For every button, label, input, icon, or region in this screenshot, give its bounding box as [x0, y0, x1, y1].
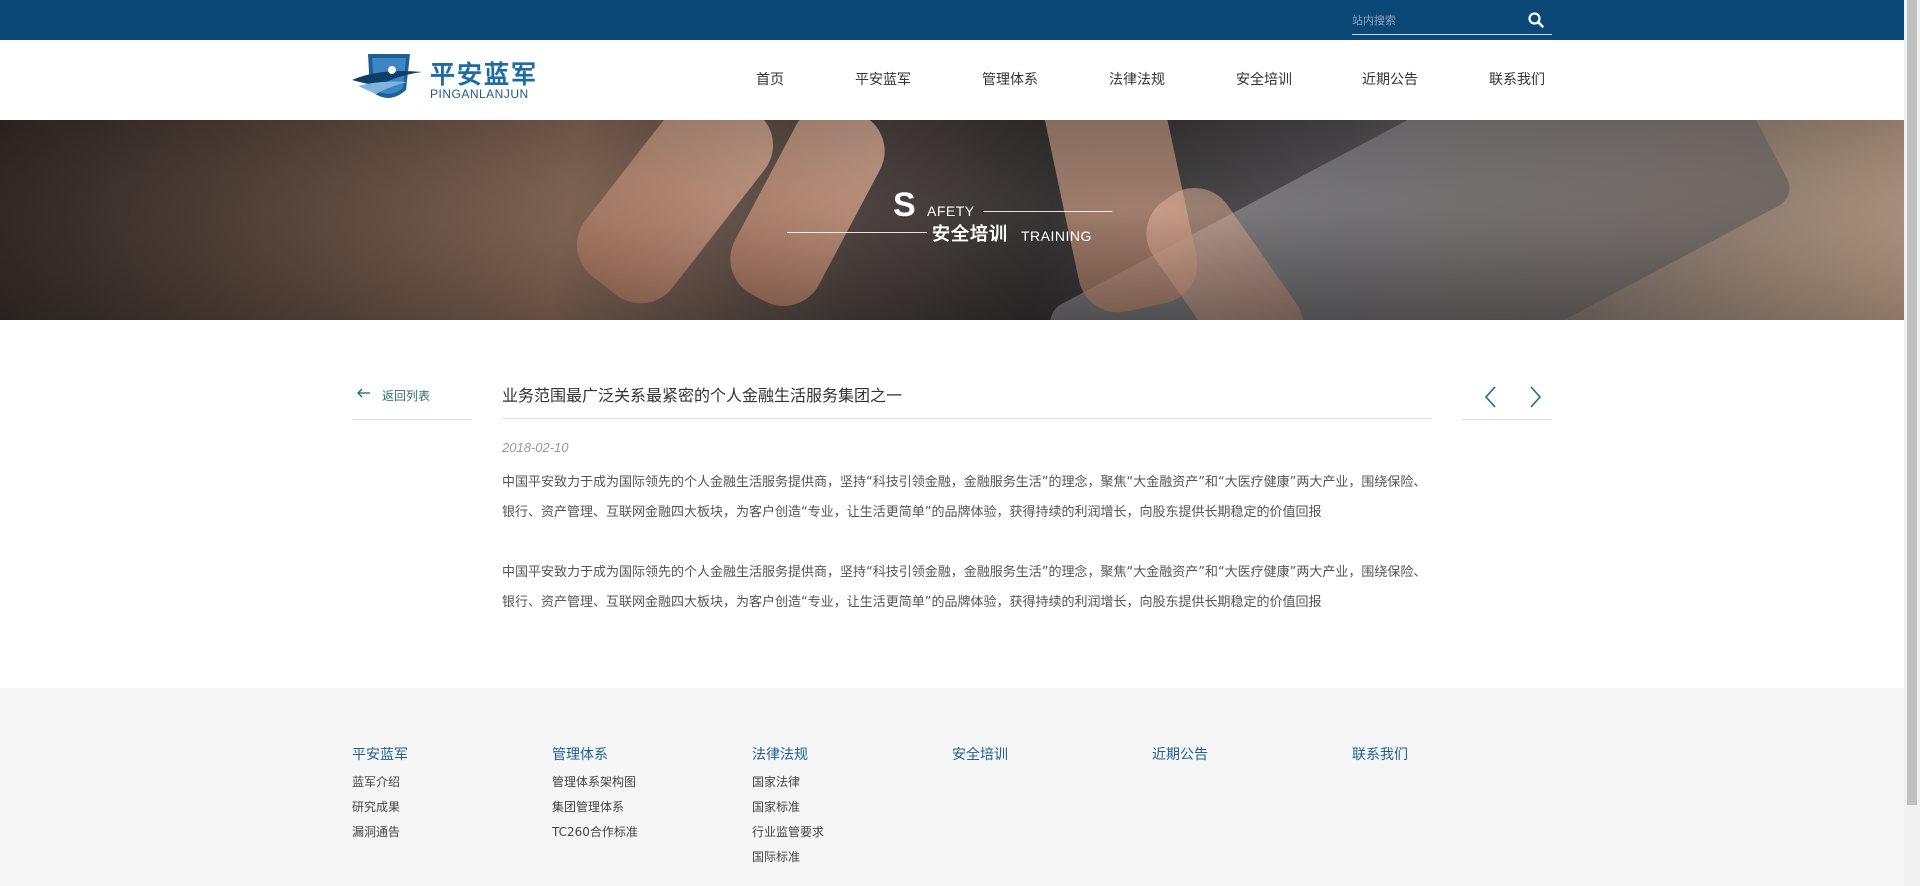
article-paragraph: 中国平安致力于成为国际领先的个人金融生活服务提供商，坚持“科技引领金融，金融服务… — [502, 475, 1427, 520]
footer-link[interactable]: 集团管理体系 — [552, 795, 638, 820]
article-paragraph: 中国平安致力于成为国际领先的个人金融生活服务提供商，坚持“科技引领金融，金融服务… — [502, 565, 1427, 610]
nav-management-system[interactable]: 管理体系 — [982, 69, 1038, 89]
logo-emblem-icon — [352, 54, 422, 98]
nav-contact[interactable]: 联系我们 — [1489, 69, 1545, 89]
banner-divider — [787, 232, 927, 233]
banner-title-cn: 安全培训 — [932, 224, 1008, 245]
footer-link[interactable]: TC260合作标准 — [552, 820, 638, 845]
article-title: 业务范围最广泛关系最紧密的个人金融生活服务集团之一 — [502, 380, 1432, 419]
footer-link[interactable]: 国家标准 — [752, 795, 824, 820]
arrow-left-icon — [356, 386, 372, 404]
footer-link[interactable]: 漏洞通告 — [352, 820, 408, 845]
back-to-list-link[interactable]: 返回列表 — [352, 380, 472, 420]
footer-column-contact: 联系我们 — [1352, 744, 1408, 764]
footer-link[interactable]: 蓝军介绍 — [352, 770, 408, 795]
banner-title-initial: S — [893, 186, 916, 224]
banner-title-en-bottom: TRAINING — [1021, 228, 1092, 244]
article-pager — [1462, 380, 1552, 420]
footer-column-announcements: 近期公告 — [1152, 744, 1208, 764]
footer-link[interactable]: 国际标准 — [752, 845, 824, 870]
article-date: 2018-02-10 — [502, 440, 569, 455]
top-bar — [0, 0, 1904, 40]
chevron-left-icon[interactable] — [1476, 382, 1506, 412]
banner-divider — [983, 211, 1113, 212]
site-header: 平安蓝军 PINGANLANJUN 首页 平安蓝军 管理体系 法律法规 安全培训… — [0, 40, 1904, 120]
footer-link[interactable]: 研究成果 — [352, 795, 408, 820]
banner-title-en-top: AFETY — [927, 203, 975, 219]
site-logo[interactable]: 平安蓝军 PINGANLANJUN — [350, 50, 540, 108]
footer-heading[interactable]: 联系我们 — [1352, 744, 1408, 764]
nav-announcements[interactable]: 近期公告 — [1362, 69, 1418, 89]
search-icon[interactable] — [1526, 10, 1546, 30]
page-scrollbar[interactable] — [1904, 0, 1920, 886]
logo-text: 平安蓝军 — [430, 60, 539, 89]
footer-heading[interactable]: 安全培训 — [952, 744, 1008, 764]
nav-laws[interactable]: 法律法规 — [1109, 69, 1165, 89]
page-banner: S AFETY 安全培训 TRAINING — [0, 120, 1904, 320]
footer-heading[interactable]: 近期公告 — [1152, 744, 1208, 764]
nav-pinganlanjun[interactable]: 平安蓝军 — [855, 69, 911, 89]
footer-link[interactable]: 管理体系架构图 — [552, 770, 638, 795]
search-input[interactable] — [1352, 10, 1522, 30]
site-footer: 平安蓝军 蓝军介绍 研究成果 漏洞通告 管理体系 管理体系架构图 集团管理体系 … — [0, 688, 1904, 886]
footer-column-pinganlanjun: 平安蓝军 蓝军介绍 研究成果 漏洞通告 — [352, 744, 408, 845]
scrollbar-thumb[interactable] — [1907, 0, 1917, 805]
footer-column-safety-training: 安全培训 — [952, 744, 1008, 764]
footer-heading[interactable]: 法律法规 — [752, 744, 824, 764]
nav-home[interactable]: 首页 — [756, 69, 784, 89]
footer-column-management: 管理体系 管理体系架构图 集团管理体系 TC260合作标准 — [552, 744, 638, 845]
footer-heading[interactable]: 平安蓝军 — [352, 744, 408, 764]
logo-subtext: PINGANLANJUN — [430, 87, 529, 101]
site-search — [1352, 8, 1552, 35]
footer-link[interactable]: 国家法律 — [752, 770, 824, 795]
footer-heading[interactable]: 管理体系 — [552, 744, 638, 764]
back-to-list-label: 返回列表 — [382, 389, 431, 403]
chevron-right-icon[interactable] — [1520, 382, 1550, 412]
footer-column-laws: 法律法规 国家法律 国家标准 行业监管要求 国际标准 — [752, 744, 824, 870]
footer-link[interactable]: 行业监管要求 — [752, 820, 824, 845]
nav-safety-training[interactable]: 安全培训 — [1236, 69, 1292, 89]
banner-title: S AFETY 安全培训 TRAINING — [0, 120, 1904, 320]
